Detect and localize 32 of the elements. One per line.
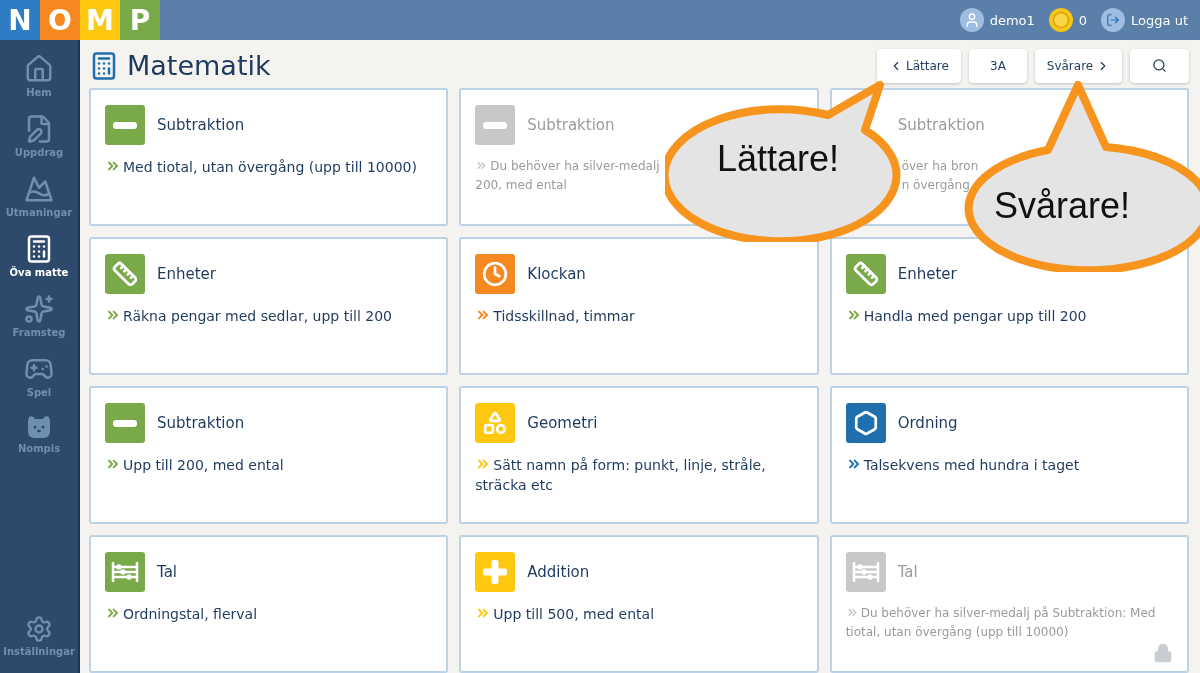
topic-title: Tal: [897, 563, 918, 581]
topic-title: Klockan: [527, 265, 586, 283]
topic-title: Subtraktion: [527, 116, 615, 134]
topic-title: Enheter: [897, 265, 957, 283]
page-title: Matematik: [127, 50, 271, 81]
exercise-description: Ordningstal, flerval: [105, 604, 433, 624]
exercise-description: Du behöver ha silver-medalj på Subtraktion: Med tiotal, utan övergång (upp till 10000): [845, 605, 1157, 641]
logo-letter: O: [40, 0, 80, 40]
exercise-description: Med tiotal, utan övergång (upp till 10000): [105, 157, 433, 177]
exercise-description: Tidsskillnad, timmar: [475, 306, 803, 326]
topic-title: Ordning: [897, 414, 958, 432]
logo-letter: N: [0, 0, 40, 40]
exercise-description: Sätt namn på form: punkt, linje, stråle, sträcka etc: [475, 455, 767, 495]
exercise-description: över ha bron: [901, 158, 980, 175]
topic-title: Geometri: [527, 414, 598, 432]
topic-title: Subtraktion: [157, 414, 245, 432]
logo-letter: P: [120, 0, 160, 40]
exercise-description: Upp till 500, med ental: [475, 604, 803, 624]
coin-count: 0: [1078, 12, 1088, 28]
username: demo1: [989, 12, 1035, 28]
logo-letter: M: [80, 0, 120, 40]
topic-title: Addition: [527, 563, 590, 581]
topic-title: Subtraktion: [897, 116, 985, 134]
topic-title: Tal: [157, 563, 178, 581]
exercise-description: Handla med pengar upp till 200: [845, 306, 1173, 326]
topic-title: Subtraktion: [157, 116, 245, 134]
topic-title: Enheter: [157, 265, 216, 283]
exercise-description: Talsekvens med hundra i taget: [845, 455, 1173, 475]
exercise-description: n övergång: [901, 177, 971, 194]
exercise-description: Räkna pengar med sedlar, upp till 200: [105, 306, 433, 326]
exercise-description: Upp till 200, med ental: [105, 455, 433, 475]
exercise-description: 200, med ental: [475, 177, 568, 194]
